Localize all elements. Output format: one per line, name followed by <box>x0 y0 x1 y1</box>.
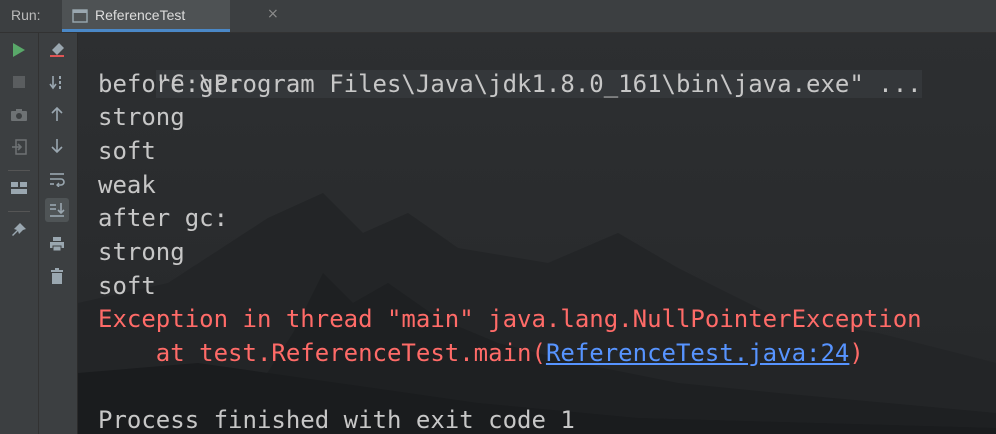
dump-threads-button[interactable] <box>7 103 31 127</box>
source-link[interactable]: ReferenceTest.java:24 <box>546 339 849 367</box>
console-line: soft <box>98 137 156 165</box>
console-line: strong <box>98 103 185 131</box>
clear-all-button[interactable] <box>45 38 69 62</box>
console-line: after gc: <box>98 204 229 232</box>
scroll-to-end-button[interactable] <box>45 198 69 222</box>
run-toolbar <box>0 33 39 434</box>
pin-icon <box>12 223 26 236</box>
stack-trace-suffix: ) <box>849 339 864 367</box>
pin-tab-button[interactable] <box>7 218 31 242</box>
exception-line: Exception in thread "main" java.lang.Nul… <box>98 305 922 333</box>
soft-wrap-icon <box>50 173 65 187</box>
sort-icon <box>49 76 61 90</box>
login-icon <box>12 139 27 155</box>
console-toolbar <box>39 33 78 434</box>
soft-wrap-button[interactable] <box>45 167 69 191</box>
tab-title: ReferenceTest <box>95 7 186 23</box>
stop-icon <box>13 76 25 88</box>
print-icon <box>50 237 64 252</box>
up-button[interactable] <box>45 102 69 126</box>
clear-icon <box>50 43 64 57</box>
scroll-to-end-icon <box>50 203 65 217</box>
console-line: strong <box>98 238 185 266</box>
close-icon[interactable]: × <box>267 6 279 22</box>
arrow-up-icon <box>51 106 63 121</box>
toolbar-divider <box>8 211 30 212</box>
down-button[interactable] <box>45 134 69 158</box>
run-label: Run: <box>11 7 41 23</box>
command-text: "C:\Program Files\Java\jdk1.8.0_161\bin\… <box>155 70 922 98</box>
console-line: soft <box>98 272 156 300</box>
tab-reference-test[interactable]: ReferenceTest × <box>62 0 279 32</box>
run-tab-bar: Run: ReferenceTest × <box>0 0 996 33</box>
exit-button[interactable] <box>7 135 31 159</box>
console-command-line: "C:\Program Files\Java\jdk1.8.0_161\bin\… <box>98 33 922 98</box>
application-icon <box>72 9 88 23</box>
stack-trace-line: at test.ReferenceTest.main(ReferenceTest… <box>98 336 864 370</box>
delete-button[interactable] <box>45 264 69 288</box>
trash-icon <box>51 268 63 284</box>
arrow-down-icon <box>51 139 63 154</box>
layout-icon <box>11 182 27 194</box>
print-button[interactable] <box>45 232 69 256</box>
console-output[interactable]: "C:\Program Files\Java\jdk1.8.0_161\bin\… <box>78 33 996 434</box>
console-line: weak <box>98 171 156 199</box>
rerun-button[interactable] <box>7 38 31 62</box>
toolbar-divider <box>8 170 30 171</box>
console-line: before gc: <box>98 70 243 98</box>
camera-icon <box>11 109 27 121</box>
tab-active-indicator <box>62 29 230 32</box>
run-icon <box>13 43 25 57</box>
restore-layout-button[interactable] <box>7 176 31 200</box>
process-exit-line: Process finished with exit code 1 <box>98 406 575 434</box>
sort-button[interactable] <box>45 70 69 94</box>
stack-trace-prefix: at test.ReferenceTest.main( <box>98 339 546 367</box>
stop-button[interactable] <box>7 70 31 94</box>
